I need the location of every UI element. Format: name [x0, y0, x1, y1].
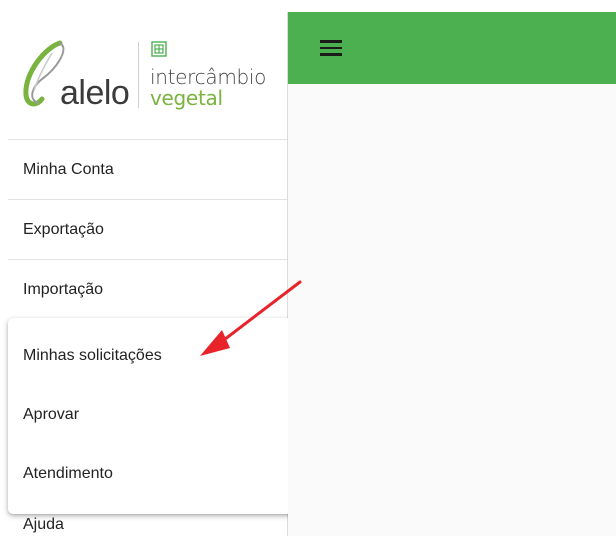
submenu-dropdown: Minhas solicitações Aprovar Atendimento	[8, 318, 308, 514]
submenu-item-label: Atendimento	[23, 464, 113, 482]
main-content	[288, 84, 616, 536]
sidebar-item-label: Importação	[23, 280, 104, 298]
top-app-bar	[288, 12, 616, 84]
logo[interactable]: alelo intercâmbio vegetal	[8, 12, 287, 140]
submenu-item-label: Minhas solicitações	[23, 346, 162, 364]
logo-divider	[138, 42, 139, 108]
logo-product-line2: vegetal	[150, 86, 223, 110]
sidebar-item-label: Exportação	[23, 220, 104, 238]
sidebar-item-importacao[interactable]: Importação	[8, 259, 287, 319]
submenu-item-minhas-solicitacoes[interactable]: Minhas solicitações	[8, 326, 308, 385]
submenu-item-label: Aprovar	[23, 405, 80, 423]
sidebar-item-label: Minha Conta	[23, 160, 114, 178]
sidebar-item-ajuda[interactable]: Ajuda	[8, 514, 287, 536]
sidebar-menu: Minha Conta Exportação Importação	[8, 139, 287, 319]
logo-brand-text: alelo	[60, 74, 130, 112]
sidebar-item-exportacao[interactable]: Exportação	[8, 199, 287, 259]
leaf-document-icon	[151, 41, 167, 57]
sidebar-item-label: Ajuda	[23, 516, 64, 533]
submenu-item-aprovar[interactable]: Aprovar	[8, 385, 308, 444]
hamburger-menu-icon[interactable]	[320, 40, 342, 56]
submenu-item-atendimento[interactable]: Atendimento	[8, 444, 308, 503]
sidebar-item-minha-conta[interactable]: Minha Conta	[8, 139, 287, 199]
